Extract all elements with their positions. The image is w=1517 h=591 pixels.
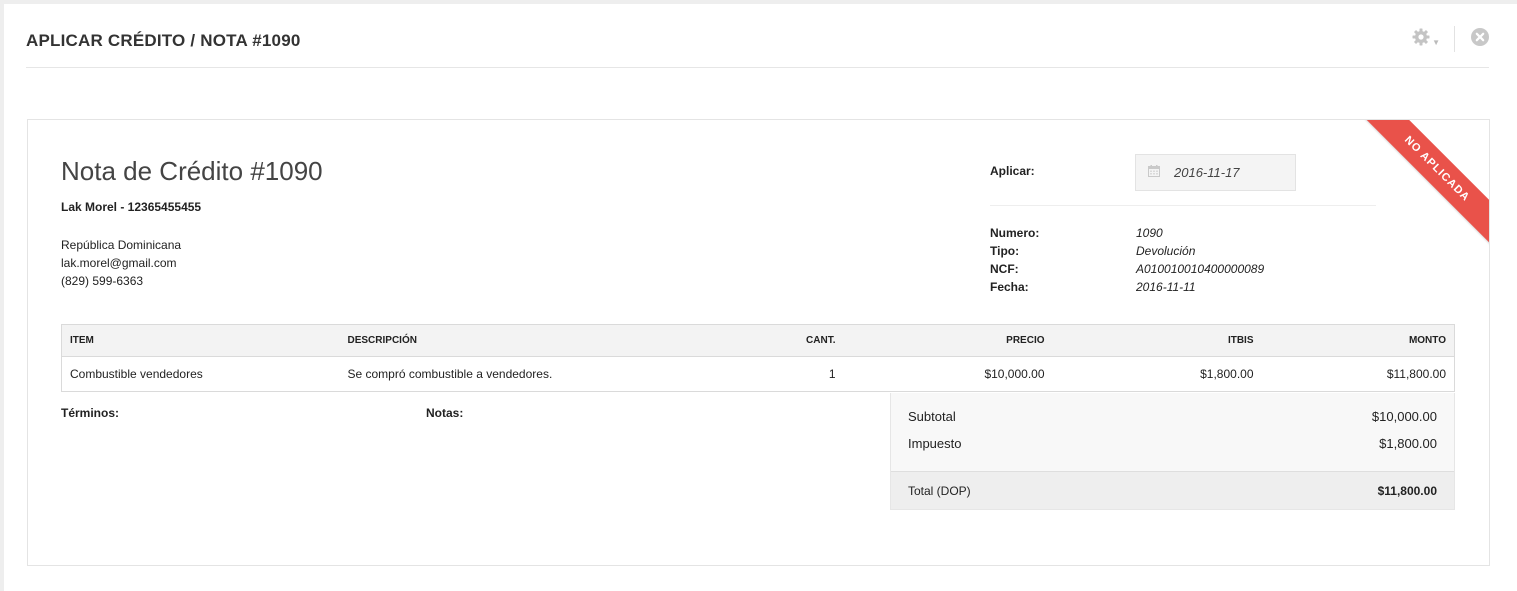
apply-date-input[interactable]: 2016-11-17 (1135, 154, 1296, 191)
meta-key: Tipo: (990, 244, 1020, 258)
total-label: Total (DOP) (908, 483, 971, 498)
cell-amount: $11,800.00 (1386, 367, 1446, 381)
items-table: ITEM DESCRIPCIÓN CANT. PRECIO ITBIS MONT… (61, 324, 1455, 392)
col-quantity: CANT. (669, 324, 844, 357)
cell-price: $10,000.00 (984, 367, 1045, 381)
total-value: $11,800.00 (1377, 483, 1437, 498)
col-amount: MONTO (1261, 324, 1455, 357)
header-tools: ▼ (1411, 26, 1489, 52)
meta-row-tipo: Tipo: Devolución (990, 242, 1264, 260)
meta-key: Numero: (990, 226, 1040, 240)
meta-divider (990, 205, 1376, 206)
meta-value: Devolución (1136, 244, 1196, 258)
close-button[interactable] (1455, 27, 1489, 51)
apply-label: Aplicar: (990, 164, 1035, 178)
totals-box: Subtotal $10,000.00 Impuesto $1,800.00 T… (890, 393, 1455, 510)
calendar-icon (1148, 164, 1160, 182)
meta-value: 2016-11-11 (1136, 280, 1196, 294)
tax-value: $1,800.00 (1379, 436, 1437, 451)
subtotal-row: Subtotal $10,000.00 (891, 393, 1454, 430)
address-phone: (829) 599-6363 (61, 274, 144, 288)
col-item: ITEM (61, 324, 340, 357)
totals-spacer (891, 457, 1454, 471)
meta-row-ncf: NCF: A010010010400000089 (990, 260, 1264, 278)
cell-itbis: $1,800.00 (1200, 367, 1254, 381)
apply-date-value: 2016-11-17 (1174, 165, 1240, 180)
table-row: Combustible vendedores Se compró combust… (62, 357, 1455, 392)
terms-label: Términos: (61, 406, 120, 420)
document-title: Nota de Crédito #1090 (61, 156, 323, 186)
total-row: Total (DOP) $11,800.00 (891, 471, 1454, 509)
status-ribbon: NO APLICADA (1359, 120, 1489, 247)
notes-label: Notas: (426, 406, 464, 420)
cell-item: Combustible vendedores (70, 367, 203, 381)
table-header-row: ITEM DESCRIPCIÓN CANT. PRECIO ITBIS MONT… (61, 324, 1455, 357)
apply-credit-panel: APLICAR CRÉDITO / NOTA #1090 ▼ NO APLICA… (4, 4, 1517, 591)
gear-icon (1411, 27, 1431, 52)
panel-header: APLICAR CRÉDITO / NOTA #1090 ▼ (26, 4, 1489, 68)
settings-dropdown-button[interactable]: ▼ (1411, 26, 1455, 52)
meta-value: A010010010400000089 (1136, 262, 1265, 276)
subtotal-label: Subtotal (908, 409, 956, 424)
cell-quantity: 1 (828, 367, 836, 381)
close-circle-icon (1471, 27, 1489, 51)
client-name: Lak Morel - 12365455455 (61, 200, 202, 214)
meta-row-numero: Numero: 1090 (990, 224, 1264, 242)
cell-description: Se compró combustible a vendedores. (347, 367, 553, 381)
meta-row-fecha: Fecha: 2016-11-11 (990, 278, 1264, 296)
subtotal-value: $10,000.00 (1371, 409, 1437, 424)
credit-note-card: NO APLICADA Nota de Crédito #1090 Lak Mo… (27, 119, 1490, 566)
col-itbis: ITBIS (1052, 324, 1262, 357)
chevron-down-icon: ▼ (1432, 37, 1440, 47)
page-title: APLICAR CRÉDITO / NOTA #1090 (26, 31, 301, 50)
col-price: PRECIO (843, 324, 1053, 357)
tax-label: Impuesto (908, 436, 962, 451)
tax-row: Impuesto $1,800.00 (891, 430, 1454, 457)
meta-key: NCF: (990, 262, 1019, 276)
meta-key: Fecha: (990, 280, 1029, 294)
address-email: lak.morel@gmail.com (61, 256, 177, 270)
address-country: República Dominicana (61, 238, 182, 252)
note-meta: Numero: 1090 Tipo: Devolución NCF: A0100… (990, 224, 1264, 296)
meta-value: 1090 (1136, 226, 1163, 240)
client-address: República Dominicana lak.morel@gmail.com… (61, 236, 181, 290)
col-description: DESCRIPCIÓN (339, 324, 670, 357)
